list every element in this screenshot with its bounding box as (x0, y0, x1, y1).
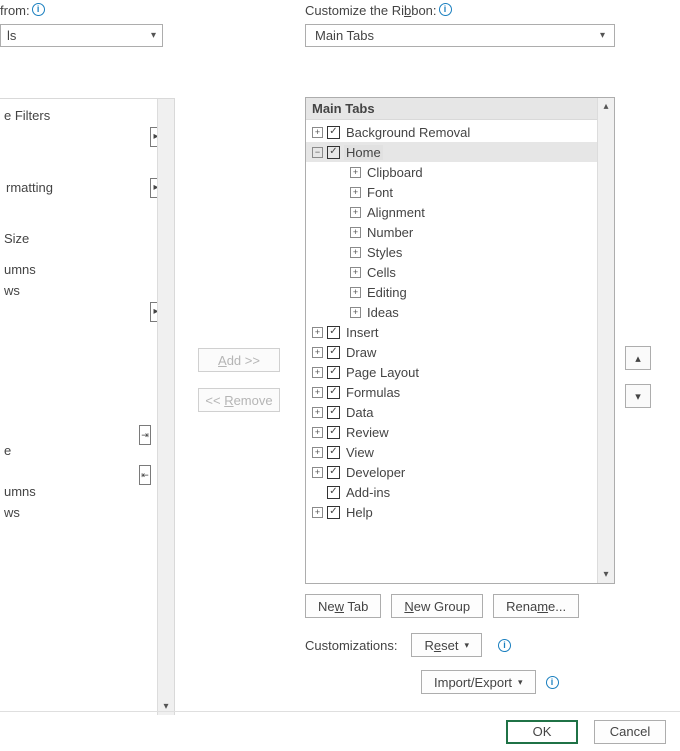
tab-node-view[interactable]: +✓View (306, 442, 597, 462)
expand-icon[interactable]: + (312, 367, 323, 378)
expand-icon[interactable]: + (312, 427, 323, 438)
checkbox[interactable]: ✓ (327, 406, 340, 419)
expand-icon[interactable]: + (350, 287, 361, 298)
group-node-styles[interactable]: +Styles (350, 242, 597, 262)
checkbox[interactable]: ✓ (327, 466, 340, 479)
caret-down-icon: ▾ (600, 30, 605, 41)
tab-node-help[interactable]: +✓Help (306, 502, 597, 522)
list-item[interactable]: rmatting▸ (6, 177, 174, 198)
expand-icon[interactable]: + (312, 327, 323, 338)
expand-icon[interactable]: + (312, 447, 323, 458)
left-commands-panel: from:i ls ▾ e Filters ▸ rmatting▸ Size u… (0, 0, 175, 715)
move-up-button[interactable]: ▴ (625, 346, 651, 370)
scrollbar[interactable]: ▾ (157, 99, 174, 715)
checkbox[interactable]: ✓ (327, 506, 340, 519)
expand-icon[interactable]: + (350, 167, 361, 178)
expand-icon[interactable]: + (350, 267, 361, 278)
list-item[interactable]: Size (0, 228, 174, 249)
tab-node-developer[interactable]: +✓Developer (306, 462, 597, 482)
list-item[interactable]: e Filters (0, 105, 174, 126)
tab-node-background-removal[interactable]: + ✓ Background Removal (306, 122, 597, 142)
tab-node-insert[interactable]: +✓Insert (306, 322, 597, 342)
checkbox[interactable]: ✓ (327, 346, 340, 359)
column-width-icon: ⇥ (139, 425, 151, 445)
move-down-button[interactable]: ▾ (625, 384, 651, 408)
group-node-number[interactable]: +Number (350, 222, 597, 242)
list-item[interactable]: ▸ (6, 126, 174, 147)
expand-icon[interactable]: + (350, 307, 361, 318)
tree-header: Main Tabs (306, 98, 614, 120)
scroll-up-icon[interactable]: ▴ (598, 98, 614, 115)
remove-button: << Remove (198, 388, 280, 412)
checkbox[interactable]: ✓ (327, 146, 340, 159)
ribbon-scope-value: Main Tabs (315, 28, 374, 43)
info-icon[interactable]: i (439, 3, 452, 16)
rename-button[interactable]: Rename... (493, 594, 579, 618)
group-node-ideas[interactable]: +Ideas (350, 302, 597, 322)
new-group-button[interactable]: New Group (391, 594, 483, 618)
scroll-down-icon[interactable]: ▾ (598, 566, 614, 583)
info-icon[interactable]: i (498, 639, 511, 652)
group-node-clipboard[interactable]: +Clipboard (350, 162, 597, 182)
info-icon[interactable]: i (32, 3, 45, 16)
checkbox[interactable]: ✓ (327, 426, 340, 439)
commands-listbox[interactable]: e Filters ▸ rmatting▸ Size umns ws ▸ ⇥ ⇤… (0, 98, 175, 715)
caret-down-icon: ▾ (464, 640, 469, 651)
group-node-editing[interactable]: +Editing (350, 282, 597, 302)
group-node-cells[interactable]: +Cells (350, 262, 597, 282)
scrollbar[interactable]: ▴ ▾ (597, 98, 614, 583)
column-width-icon: ⇤ (139, 465, 151, 485)
tab-node-review[interactable]: +✓Review (306, 422, 597, 442)
checkbox[interactable]: ✓ (327, 126, 340, 139)
expand-icon[interactable]: + (312, 127, 323, 138)
customizations-label: Customizations: (305, 638, 397, 653)
caret-down-icon: ▾ (151, 30, 156, 41)
checkbox[interactable]: ✓ (327, 486, 340, 499)
checkbox[interactable]: ✓ (327, 446, 340, 459)
checkbox[interactable]: ✓ (327, 366, 340, 379)
checkbox[interactable]: ✓ (327, 386, 340, 399)
expand-icon[interactable]: + (350, 207, 361, 218)
choose-from-label: from:i (0, 3, 45, 18)
choose-from-select[interactable]: ls ▾ (0, 24, 163, 47)
ribbon-tree: Main Tabs + ✓ Background Removal − ✓ Hom… (305, 97, 615, 584)
tab-node-addins[interactable]: ✓Add-ins (306, 482, 597, 502)
list-item[interactable]: ws (0, 280, 174, 301)
tab-node-data[interactable]: +✓Data (306, 402, 597, 422)
collapse-icon[interactable]: − (312, 147, 323, 158)
group-node-font[interactable]: +Font (350, 182, 597, 202)
reset-button[interactable]: Reset▾ (411, 633, 482, 657)
cancel-button[interactable]: Cancel (594, 720, 666, 744)
ribbon-scope-select[interactable]: Main Tabs ▾ (305, 24, 615, 47)
expand-icon[interactable]: + (350, 187, 361, 198)
expand-icon[interactable]: + (350, 247, 361, 258)
info-icon[interactable]: i (546, 676, 559, 689)
caret-down-icon: ▾ (518, 677, 523, 688)
expand-icon[interactable]: + (350, 227, 361, 238)
expand-icon[interactable]: + (312, 407, 323, 418)
import-export-button[interactable]: Import/Export▾ (421, 670, 536, 694)
expand-icon[interactable]: + (312, 507, 323, 518)
add-button: AAdd >>dd >> (198, 348, 280, 372)
choose-from-value: ls (7, 28, 16, 43)
tab-node-draw[interactable]: +✓Draw (306, 342, 597, 362)
tree-body[interactable]: + ✓ Background Removal − ✓ Home +Clipboa… (306, 122, 597, 583)
expand-icon[interactable]: + (312, 347, 323, 358)
expand-icon[interactable]: + (312, 387, 323, 398)
list-item[interactable]: umns (0, 259, 174, 280)
dialog-footer: OK Cancel (0, 711, 680, 751)
tab-node-home[interactable]: − ✓ Home (306, 142, 597, 162)
new-tab-button[interactable]: New Tab (305, 594, 381, 618)
expand-icon[interactable]: + (312, 467, 323, 478)
customize-ribbon-label: Customize the Ribbon:i (305, 3, 452, 18)
group-node-alignment[interactable]: +Alignment (350, 202, 597, 222)
tab-node-formulas[interactable]: +✓Formulas (306, 382, 597, 402)
list-item[interactable]: ▸ (6, 301, 174, 322)
list-item[interactable]: ws (0, 502, 174, 523)
tab-node-page-layout[interactable]: +✓Page Layout (306, 362, 597, 382)
ok-button[interactable]: OK (506, 720, 578, 744)
checkbox[interactable]: ✓ (327, 326, 340, 339)
